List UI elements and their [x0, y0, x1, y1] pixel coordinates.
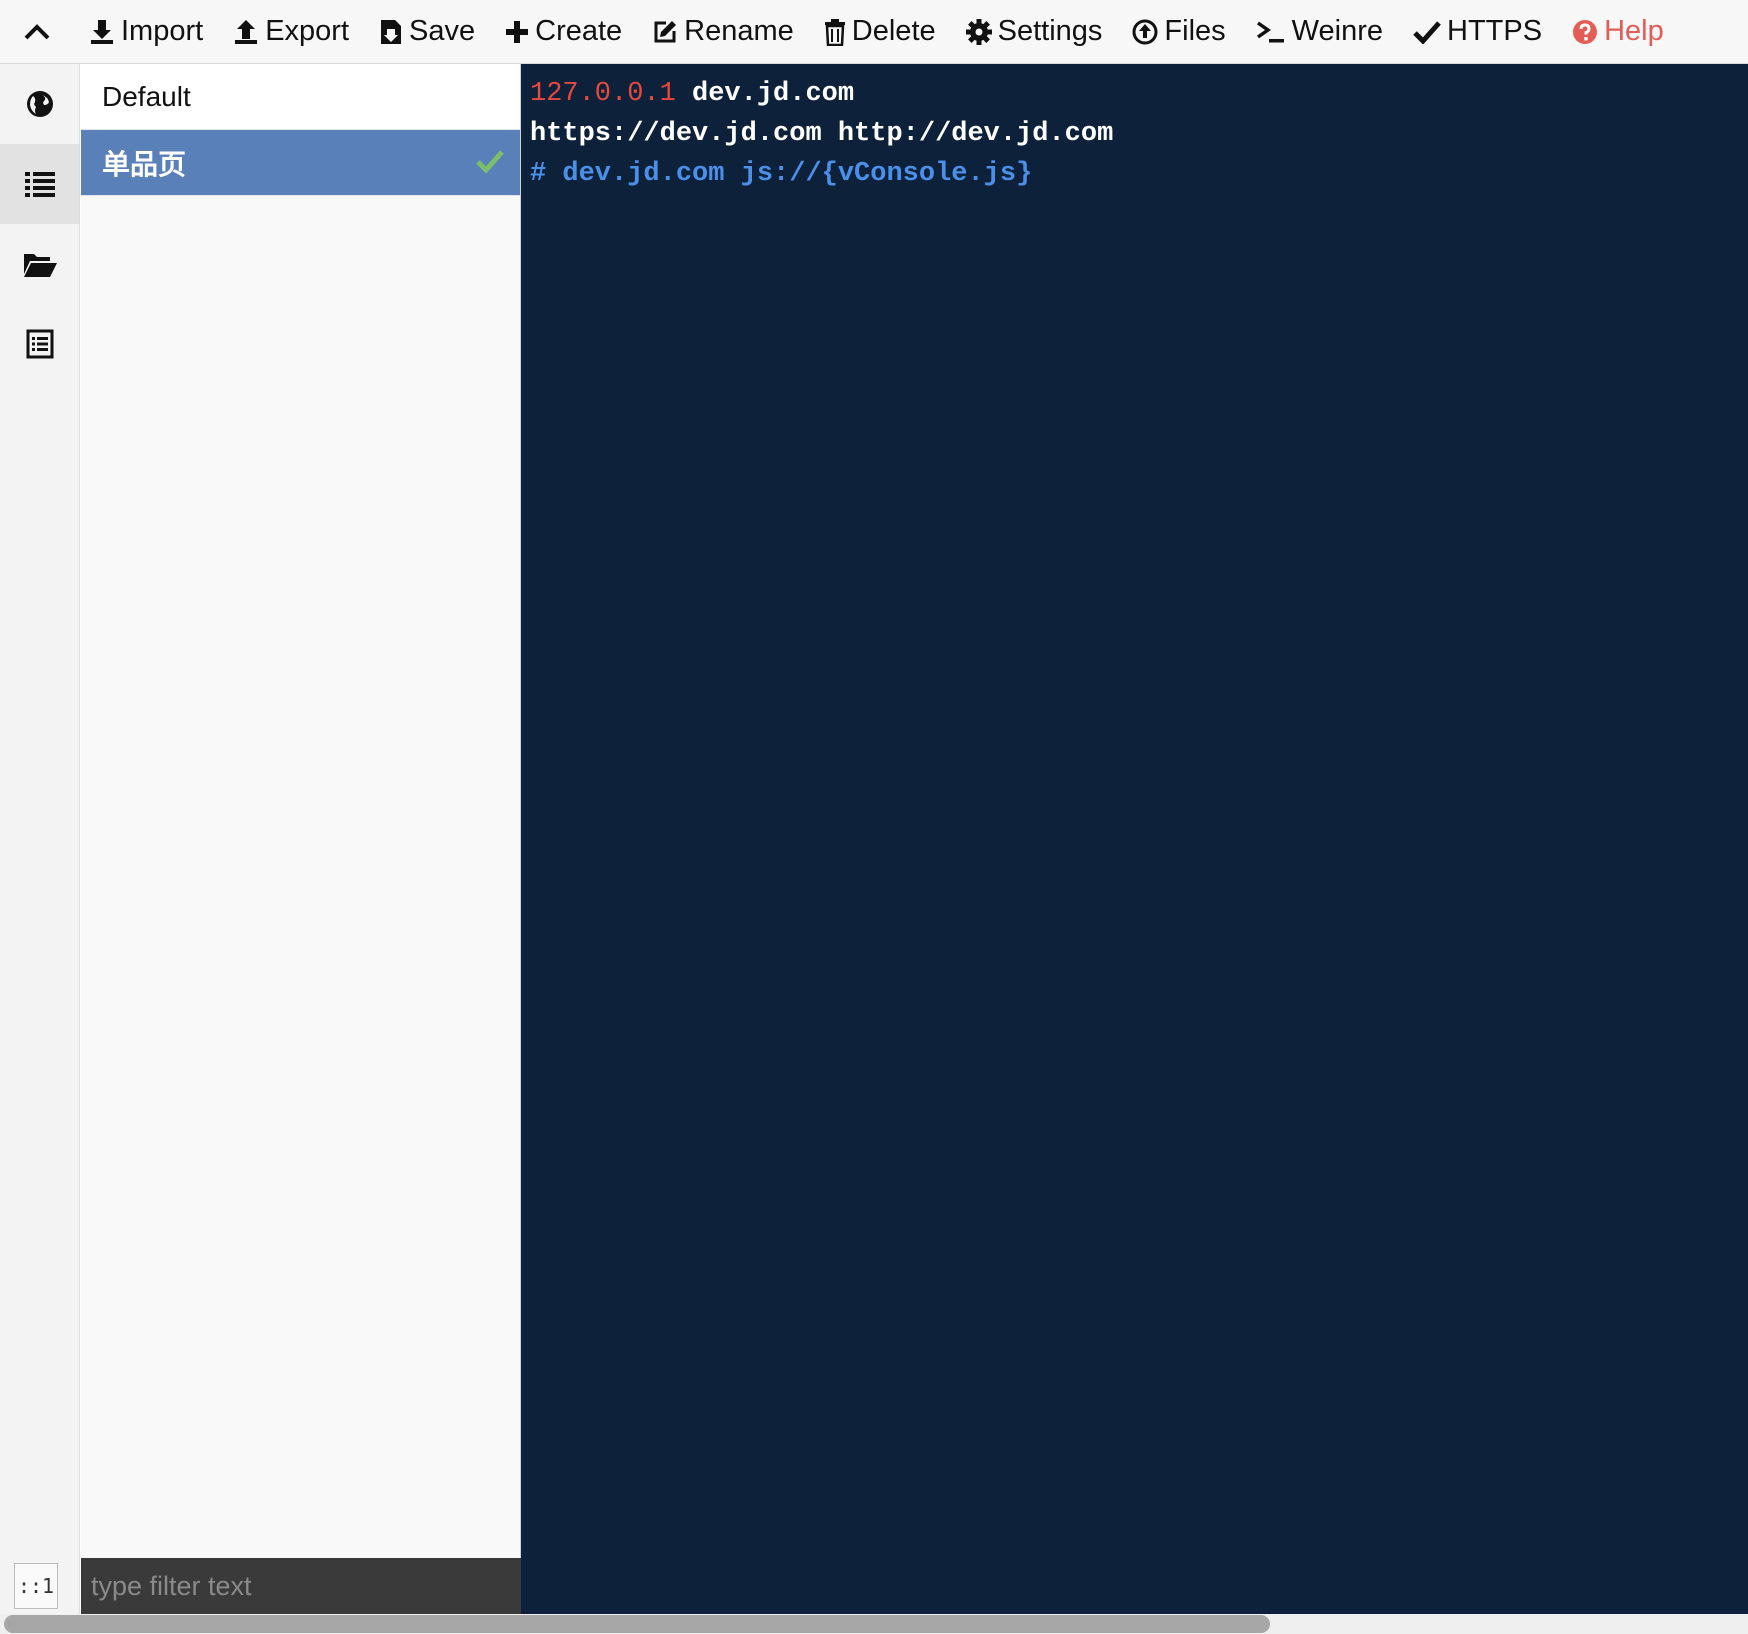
rule-item-label: Default [102, 80, 191, 112]
list-icon [24, 172, 55, 197]
import-label: Import [121, 15, 204, 47]
chevron-up-icon [24, 23, 50, 39]
save-button[interactable]: Save [364, 0, 490, 64]
rename-label: Rename [684, 15, 794, 47]
delete-label: Delete [851, 15, 936, 47]
nav-network[interactable] [0, 64, 79, 144]
nav-rules[interactable] [0, 144, 79, 224]
import-icon [91, 19, 113, 44]
rename-button[interactable]: Rename [637, 0, 809, 64]
scrollbar-thumb[interactable] [4, 1615, 1270, 1633]
save-label: Save [409, 15, 476, 47]
export-button[interactable]: Export [218, 0, 364, 64]
code-line: https://dev.jd.com http://dev.jd.com [521, 114, 1748, 154]
code-text: dev.jd.com [675, 79, 855, 109]
export-label: Export [265, 15, 350, 47]
nav-plugins[interactable] [0, 304, 79, 384]
active-check-icon [476, 150, 504, 173]
create-label: Create [535, 15, 623, 47]
trash-icon [824, 18, 845, 46]
weinre-button[interactable]: Weinre [1241, 0, 1398, 64]
edit-icon [654, 20, 677, 42]
plus-icon [506, 20, 529, 43]
import-button[interactable]: Import [74, 0, 218, 64]
save-icon [381, 19, 402, 44]
check-icon [1413, 20, 1441, 44]
code-ip: 127.0.0.1 [530, 79, 676, 109]
gear-icon [965, 18, 992, 45]
files-label: Files [1164, 15, 1226, 47]
help-button[interactable]: Help [1557, 0, 1679, 64]
settings-button[interactable]: Settings [951, 0, 1118, 64]
filter-input[interactable] [81, 1558, 521, 1614]
export-icon [235, 19, 258, 44]
upload-circle-icon [1132, 19, 1158, 44]
delete-button[interactable]: Delete [809, 0, 951, 64]
side-nav [0, 64, 80, 1614]
folder-open-icon [23, 254, 57, 277]
settings-label: Settings [997, 15, 1103, 47]
toolbar: Import Export Save Create Rename Delete … [0, 0, 1748, 64]
create-button[interactable]: Create [490, 0, 637, 64]
rule-item-label: 单品页 [102, 148, 187, 180]
https-button[interactable]: HTTPS [1398, 0, 1557, 64]
code-text: https://dev.jd.com http://dev.jd.com [530, 119, 1114, 149]
weinre-label: Weinre [1291, 15, 1383, 47]
rule-item-active[interactable]: 单品页 [81, 130, 520, 196]
rule-list: Default 单品页 [81, 64, 521, 1558]
code-comment: # dev.jd.com js://{vConsole.js} [530, 159, 1033, 189]
terminal-icon [1256, 21, 1284, 42]
list-alt-icon [26, 329, 53, 359]
code-line: 127.0.0.1 dev.jd.com [521, 74, 1748, 114]
globe-icon [26, 91, 53, 117]
collapse-toolbar-button[interactable] [0, 0, 74, 64]
nav-values[interactable] [0, 224, 79, 304]
help-label: Help [1604, 15, 1664, 47]
rules-editor[interactable]: 127.0.0.1 dev.jd.com https://dev.jd.com … [521, 64, 1748, 1614]
rule-item-default[interactable]: Default [81, 64, 520, 130]
code-line: # dev.jd.com js://{vConsole.js} [521, 154, 1748, 194]
question-circle-icon [1573, 19, 1598, 44]
files-button[interactable]: Files [1117, 0, 1240, 64]
https-label: HTTPS [1447, 15, 1543, 47]
line-indicator: ::1 [14, 1563, 58, 1609]
